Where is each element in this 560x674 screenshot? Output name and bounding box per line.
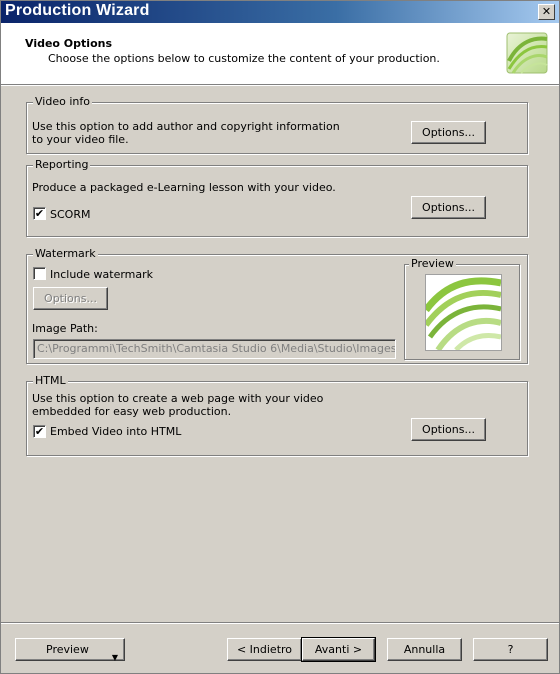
video-info-legend: Video info [33, 95, 92, 109]
window-title: Production Wizard [5, 2, 150, 19]
html-description: Use this option to create a web page wit… [32, 392, 324, 418]
reporting-group: Reporting Produce a packaged e-Learning … [26, 158, 528, 237]
reporting-legend: Reporting [33, 158, 91, 172]
close-button[interactable]: ✕ [538, 4, 555, 20]
html-group: HTML Use this option to create a web pag… [26, 374, 528, 456]
watermark-legend: Watermark [33, 247, 98, 261]
embed-video-label: Embed Video into HTML [50, 425, 182, 438]
video-info-group: Video info Use this option to add author… [26, 95, 528, 154]
image-path-field[interactable]: C:\Programmi\TechSmith\Camtasia Studio 6… [33, 339, 396, 359]
wizard-header: Video Options Choose the options below t… [1, 23, 559, 85]
watermark-preview-image [423, 274, 502, 352]
video-info-options-button[interactable]: Options... [411, 121, 486, 144]
include-watermark-checkbox[interactable] [33, 267, 46, 280]
scorm-checkbox[interactable]: ✔ [33, 207, 46, 220]
title-bar: Production Wizard ✕ [1, 1, 559, 23]
image-path-label: Image Path: [32, 322, 98, 335]
preview-button-label: Preview [46, 643, 89, 656]
camtasia-logo-icon [506, 32, 548, 74]
page-subtitle: Choose the options below to customize th… [48, 52, 440, 65]
next-button[interactable]: Avanti > [301, 637, 376, 662]
production-wizard-window: Production Wizard ✕ Video Options Choose… [0, 0, 560, 674]
embed-video-checkbox[interactable]: ✔ [33, 425, 46, 438]
help-button[interactable]: ? [473, 638, 548, 661]
include-watermark-label: Include watermark [50, 268, 154, 281]
header-divider [1, 85, 559, 86]
video-info-description: Use this option to add author and copyri… [32, 120, 340, 146]
watermark-swirl-icon [423, 277, 502, 352]
page-title: Video Options [25, 37, 113, 50]
reporting-description: Produce a packaged e-Learning lesson wit… [32, 181, 336, 194]
chevron-down-icon: ▼ [111, 653, 118, 662]
reporting-options-button[interactable]: Options... [411, 196, 486, 219]
scorm-label: SCORM [50, 208, 91, 221]
html-options-button[interactable]: Options... [411, 418, 486, 441]
html-legend: HTML [33, 374, 68, 388]
checkmark-icon: ✔ [34, 425, 45, 438]
preview-dropdown-button[interactable]: Preview ▼ [15, 638, 125, 662]
watermark-options-button[interactable]: Options... [33, 287, 108, 310]
preview-legend: Preview [409, 257, 456, 271]
footer-divider-highlight [1, 623, 559, 624]
cancel-button[interactable]: Annulla [387, 638, 462, 661]
checkmark-icon: ✔ [34, 207, 45, 220]
close-icon: ✕ [541, 5, 552, 18]
back-button[interactable]: < Indietro [227, 638, 302, 661]
